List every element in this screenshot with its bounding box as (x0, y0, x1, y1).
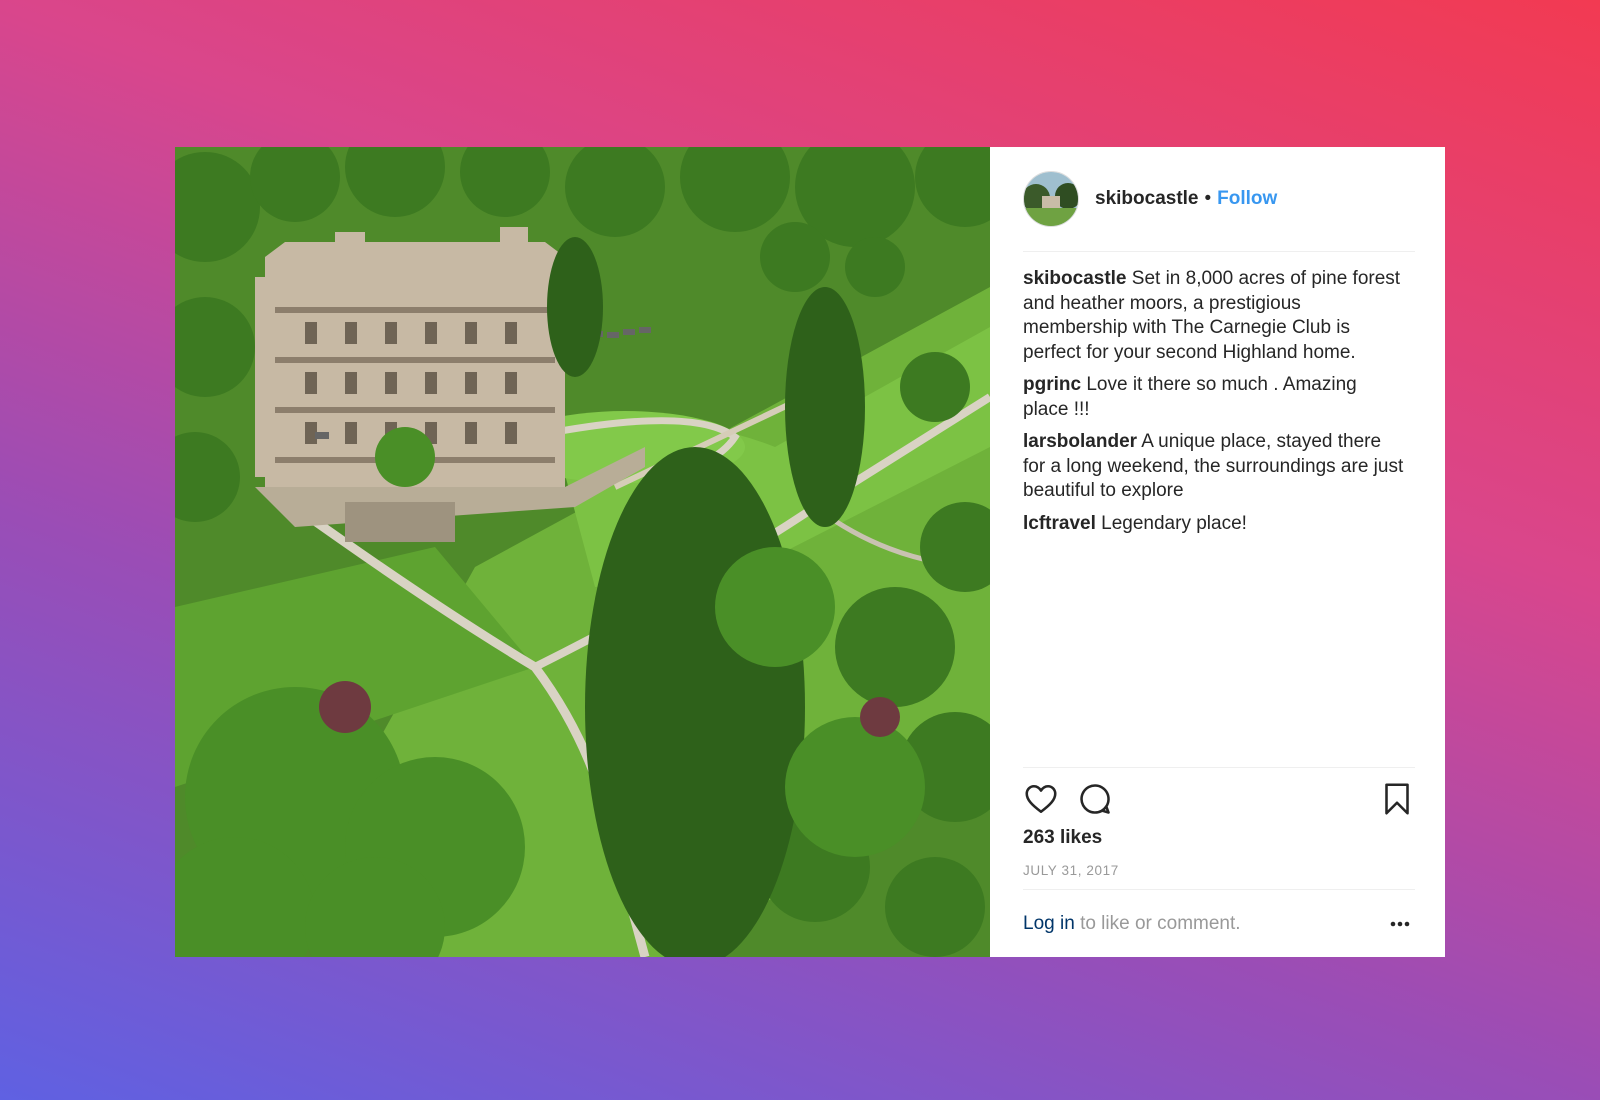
footer-divider (1023, 889, 1415, 890)
castle-aerial-photo (175, 147, 990, 957)
comment-text: Legendary place! (1101, 512, 1247, 534)
header-divider (1023, 251, 1415, 252)
login-prompt: Log in to like or comment. (1023, 913, 1241, 935)
header-separator: • (1204, 188, 1212, 209)
post-photo[interactable] (175, 147, 990, 957)
likes-count[interactable]: 263 likes (1023, 827, 1102, 849)
heart-icon[interactable] (1023, 781, 1059, 817)
comment-username[interactable]: pgrinc (1023, 374, 1081, 395)
comment-icon[interactable] (1077, 781, 1113, 817)
comment-item: larsbolander A unique place, stayed ther… (1023, 430, 1407, 504)
comment-username[interactable]: skibocastle (1023, 268, 1127, 289)
comment-username[interactable]: lcftravel (1023, 513, 1096, 534)
post-header: skibocastle • Follow (1023, 171, 1415, 227)
comments-list: skibocastle Set in 8,000 acres of pine f… (1023, 267, 1407, 544)
actions-divider (1023, 767, 1415, 768)
avatar-image (1024, 172, 1078, 226)
login-prompt-text: to like or comment. (1080, 913, 1241, 934)
login-link[interactable]: Log in (1023, 913, 1075, 934)
comment-item: lcftravel Legendary place! (1023, 512, 1407, 537)
action-bar (1023, 781, 1415, 819)
follow-button[interactable]: Follow (1217, 188, 1277, 210)
post-date: JULY 31, 2017 (1023, 863, 1119, 878)
comment-username[interactable]: larsbolander (1023, 431, 1137, 452)
comment-item: pgrinc Love it there so much . Amazing p… (1023, 373, 1407, 422)
post-sidebar: skibocastle • Follow skibocastle Set in … (990, 147, 1445, 957)
bookmark-icon[interactable] (1379, 781, 1415, 817)
comment-caption: skibocastle Set in 8,000 acres of pine f… (1023, 267, 1407, 365)
more-options-icon[interactable] (1385, 909, 1415, 939)
avatar[interactable] (1023, 171, 1079, 227)
instagram-post-card: skibocastle • Follow skibocastle Set in … (175, 147, 1445, 957)
username-link[interactable]: skibocastle (1095, 188, 1199, 210)
